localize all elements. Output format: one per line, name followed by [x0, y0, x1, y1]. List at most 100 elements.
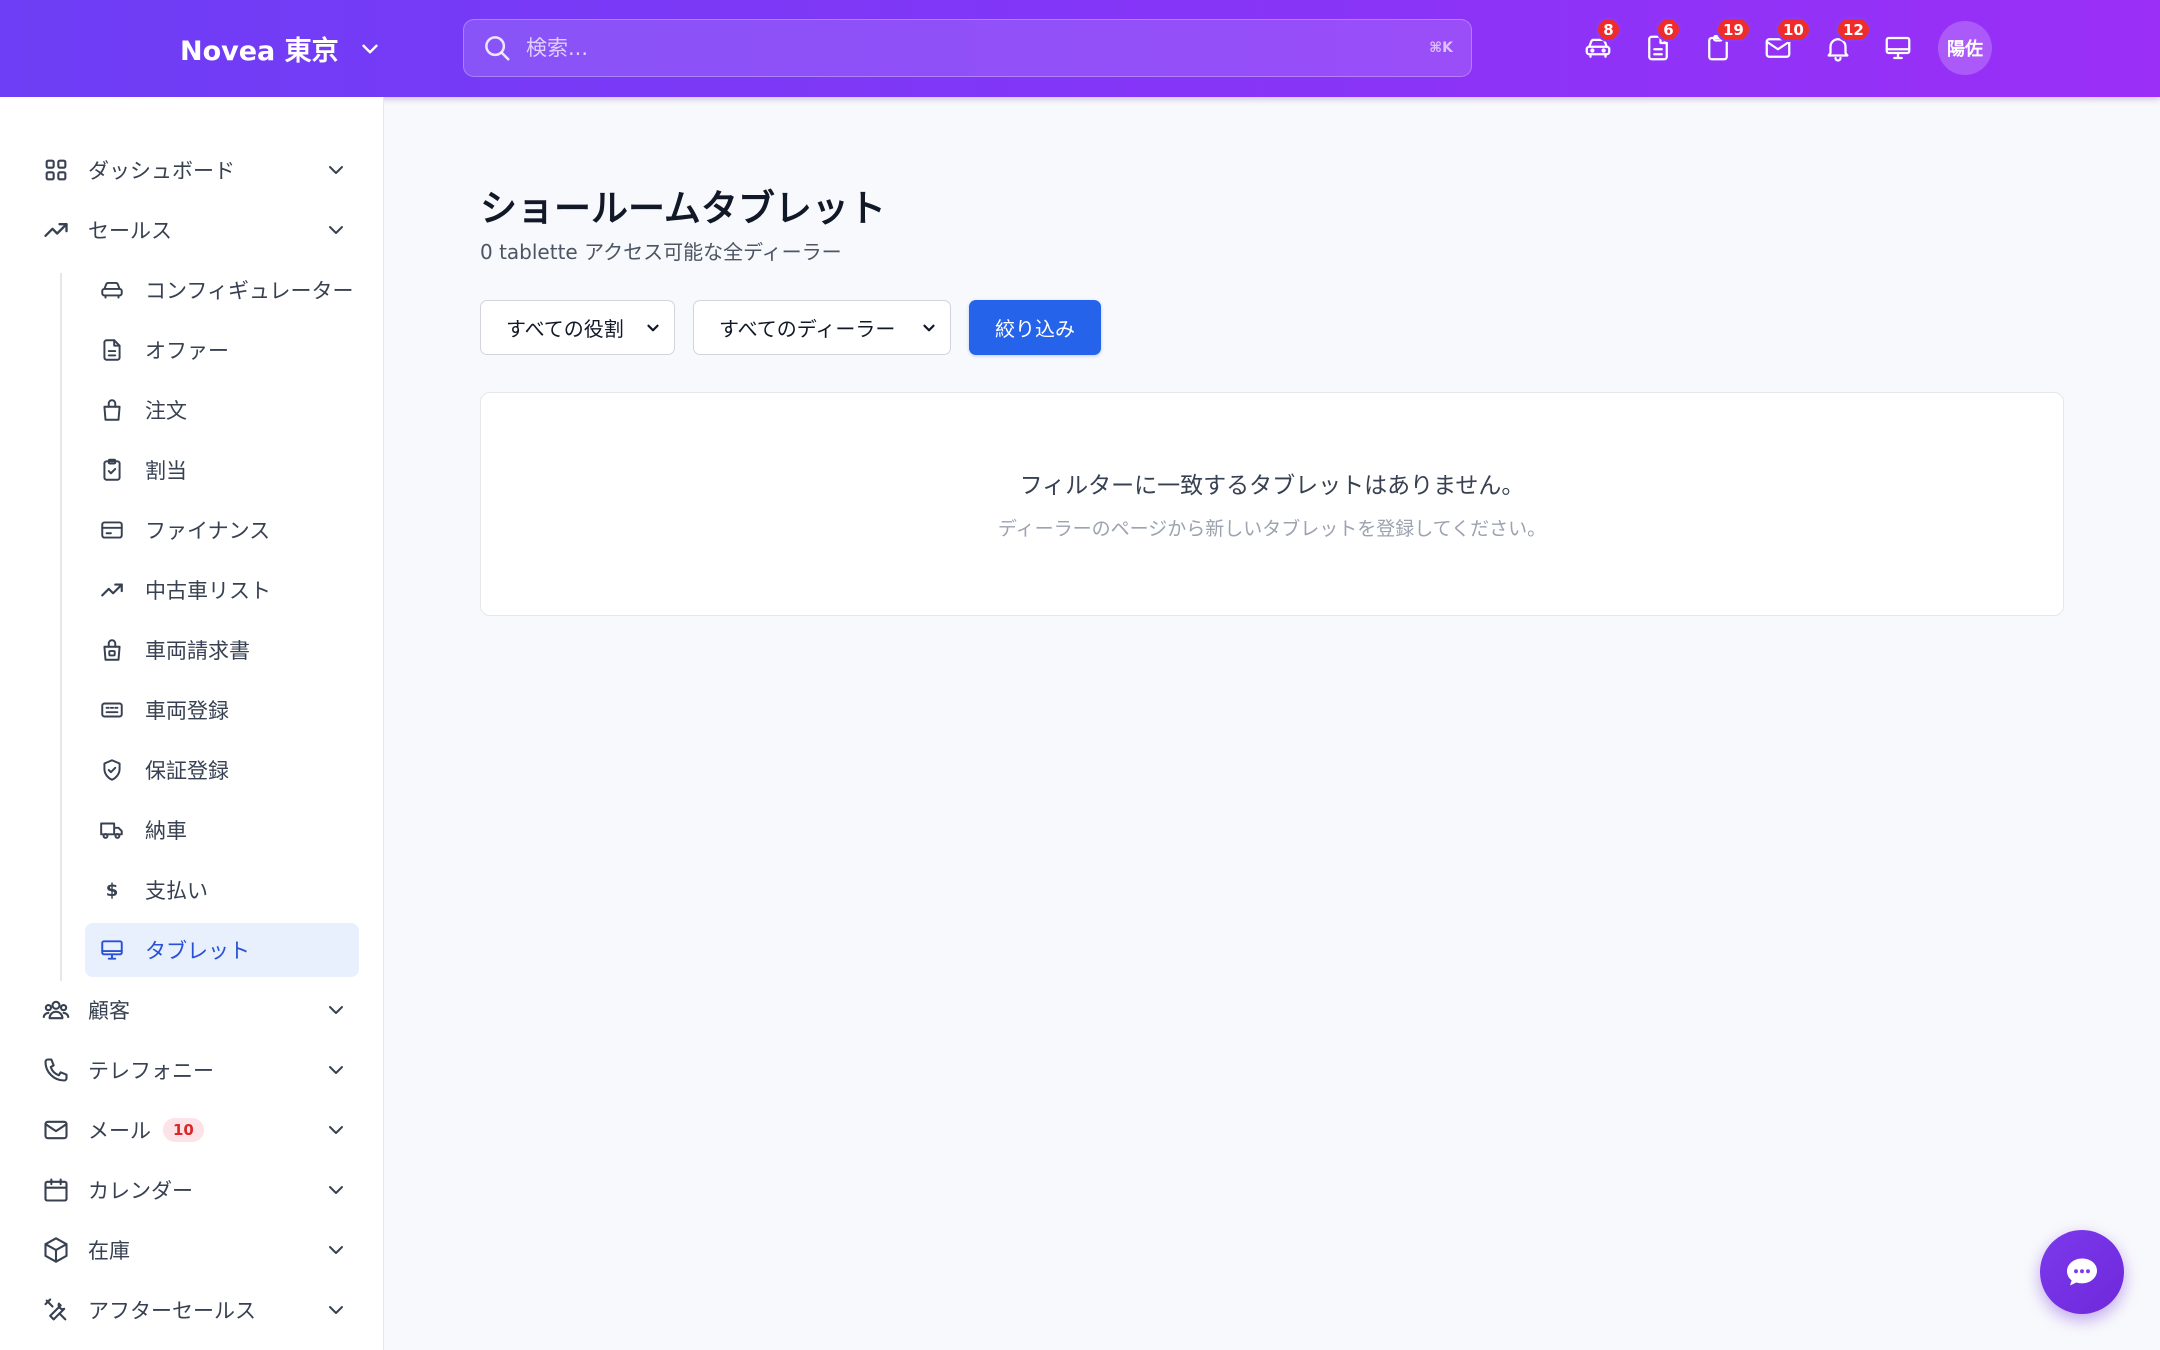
chevron-down-icon [923, 324, 935, 332]
brand-switcher[interactable]: Novea 東京 [180, 0, 383, 97]
sidebar-subitem-tablets[interactable]: タブレット [85, 923, 359, 977]
sidebar-subitem-orders[interactable]: 注文 [85, 383, 359, 437]
sidebar-subitem-warranty[interactable]: 保証登録 [85, 743, 359, 797]
id-card-icon [101, 702, 123, 718]
empty-state-title: フィルターに一致するタブレットはありません。 [1019, 473, 1525, 499]
sidebar-subitem-label: 車両請求書 [145, 639, 250, 663]
dollar-icon: $ [105, 879, 119, 901]
sidebar-subitem-finance[interactable]: ファイナンス [85, 503, 359, 557]
sidebar-subitem-label: 納車 [145, 819, 187, 843]
phone-icon [44, 1058, 68, 1082]
sidebar-item-label: 顧客 [88, 999, 130, 1023]
sidebar-item-sales[interactable]: セールス [30, 203, 360, 257]
monitor-icon [1885, 36, 1911, 60]
empty-state-card: フィルターに一致するタブレットはありません。 ディーラーのページから新しいタブレ… [480, 392, 2064, 616]
sidebar-item-telephony[interactable]: テレフォニー [30, 1043, 360, 1097]
sidebar-subitem-label: オファー [145, 339, 229, 363]
sidebar-item-label: セールス [88, 219, 172, 243]
sidebar-item-dashboard[interactable]: ダッシュボード [30, 143, 360, 197]
sidebar-subitem-label: 保証登録 [145, 759, 229, 783]
dealer-select[interactable]: すべてのディーラー [693, 300, 951, 355]
sidebar-subitem-label: タブレット [145, 939, 250, 963]
avatar[interactable]: 陽佐 [1938, 21, 1992, 75]
sidebar-subitem-used-cars[interactable]: 中古車リスト [85, 563, 359, 617]
sidebar-subitem-offers[interactable]: オファー [85, 323, 359, 377]
sidebar-item-label: 在庫 [88, 1239, 130, 1263]
chevron-down-icon [329, 1006, 343, 1014]
header-car-button[interactable]: 8 [1568, 16, 1628, 80]
mail-icon [44, 1120, 68, 1140]
search-bar[interactable]: ⌘K [463, 19, 1472, 77]
sidebar-subitem-label: 中古車リスト [145, 579, 271, 603]
sidebar-subitem-label: ファイナンス [145, 519, 271, 543]
header-badge: 10 [1776, 17, 1811, 42]
sidebar-subitem-configurator[interactable]: コンフィギュレーター [85, 263, 359, 317]
truck-icon [100, 822, 123, 839]
chat-bubble-icon [2067, 1258, 2097, 1286]
chevron-down-icon [647, 324, 659, 332]
brand-name: Novea 東京 [180, 36, 339, 67]
users-icon [42, 1000, 70, 1020]
sidebar-item-calendar[interactable]: カレンダー [30, 1163, 360, 1217]
top-bar: Novea 東京 ⌘K 8 6 19 10 12 陽佐 [0, 0, 2160, 97]
car-icon [101, 281, 123, 299]
sidebar-subitem-label: 支払い [145, 879, 208, 903]
sidebar-subitem-delivery[interactable]: 納車 [85, 803, 359, 857]
sidebar-subitem-label: コンフィギュレーター [145, 279, 354, 303]
sidebar-item-label: メール [88, 1119, 151, 1143]
sidebar-item-label: カレンダー [88, 1179, 193, 1203]
chevron-down-icon [361, 44, 378, 53]
mail-count-badge: 10 [163, 1118, 204, 1142]
shield-check-icon [103, 759, 121, 781]
sidebar-item-aftersales[interactable]: アフターセールス [30, 1283, 360, 1337]
sidebar-item-mail[interactable]: メール 10 [30, 1103, 360, 1157]
sidebar-subitem-label: 車両登録 [145, 699, 229, 723]
chevron-down-icon [329, 1306, 343, 1314]
trending-up-icon [44, 223, 68, 237]
tools-icon [44, 1298, 67, 1321]
submenu-guide-line [60, 273, 62, 981]
header-mail-button[interactable]: 10 [1748, 16, 1811, 80]
sidebar-item-customers[interactable]: 顧客 [30, 983, 360, 1037]
chevron-down-icon [329, 1186, 343, 1194]
role-select[interactable]: すべての役割 [480, 300, 675, 355]
clipboard-check-icon [103, 458, 121, 481]
sidebar-subitem-label: 割当 [145, 459, 187, 483]
sidebar-item-inventory[interactable]: 在庫 [30, 1223, 360, 1277]
page-subtitle: 0 tablette アクセス可能な全ディーラー [480, 240, 842, 264]
sidebar-item-label: テレフォニー [88, 1059, 214, 1083]
chevron-down-icon [329, 226, 343, 234]
chevron-down-icon [329, 1126, 343, 1134]
chevron-down-icon [329, 1066, 343, 1074]
sidebar-item-label: アフターセールス [88, 1299, 256, 1323]
grid-icon [45, 159, 67, 181]
header-badge: 19 [1716, 17, 1751, 42]
filter-button[interactable]: 絞り込み [969, 300, 1101, 355]
search-input[interactable] [512, 20, 1430, 76]
header-icons: 8 6 19 10 12 [1568, 16, 1928, 80]
header-badge: 8 [1596, 17, 1621, 42]
calendar-icon [44, 1178, 68, 1202]
sidebar-subitem-payments[interactable]: $ 支払い [85, 863, 359, 917]
header-monitor-button[interactable] [1868, 16, 1928, 80]
sidebar-item-label: ダッシュボード [88, 159, 235, 183]
chat-button[interactable] [2040, 1230, 2124, 1314]
sidebar-subitem-allocation[interactable]: 割当 [85, 443, 359, 497]
document-icon [103, 339, 121, 361]
header-badge: 6 [1656, 17, 1681, 42]
header-clipboard-button[interactable]: 19 [1688, 16, 1751, 80]
search-icon [485, 36, 510, 61]
sidebar-subitem-label: 注文 [145, 399, 187, 423]
chevron-down-icon [329, 166, 343, 174]
search-shortcut: ⌘K [1429, 40, 1453, 56]
sidebar-subitem-vehicle-registration[interactable]: 車両登録 [85, 683, 359, 737]
credit-card-icon [101, 521, 123, 539]
sidebar-subitem-vehicle-invoices[interactable]: 車両請求書 [85, 623, 359, 677]
role-select-value: すべての役割 [506, 317, 624, 341]
chevron-down-icon [329, 1246, 343, 1254]
box-icon [44, 1237, 68, 1263]
empty-state-subtitle: ディーラーのページから新しいタブレットを登録してください。 [997, 518, 1547, 540]
header-notifications-button[interactable]: 12 [1808, 16, 1871, 80]
header-document-button[interactable]: 6 [1628, 16, 1688, 80]
dealer-select-value: すべてのディーラー [719, 317, 896, 341]
